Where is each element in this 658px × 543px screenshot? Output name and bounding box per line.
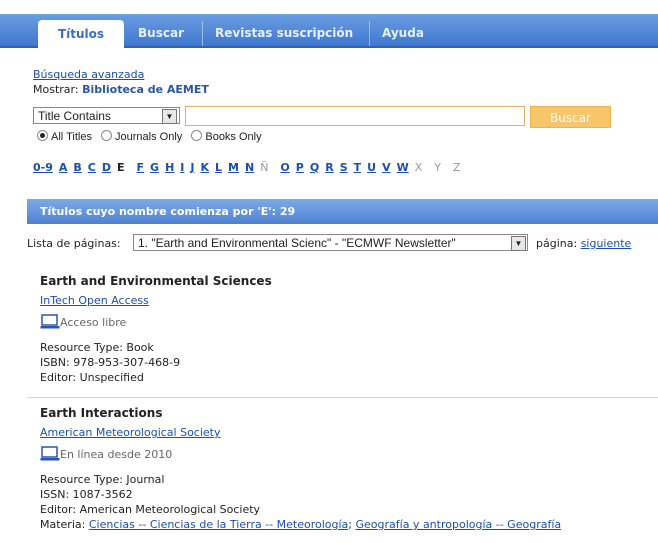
- pages-select[interactable]: 1. "Earth and Environmental Scienc" - "E…: [133, 234, 528, 251]
- alphabet-letter[interactable]: G: [150, 161, 159, 174]
- entry-title: Earth Interactions: [40, 406, 163, 420]
- access-text: En línea desde 2010: [60, 447, 173, 461]
- radio-books-only[interactable]: Books Only: [191, 130, 262, 143]
- alphabet-letter[interactable]: B: [73, 161, 81, 174]
- computer-icon: [40, 446, 60, 461]
- provider-link[interactable]: American Meteorological Society: [40, 426, 221, 439]
- tab-buscar[interactable]: Buscar: [138, 21, 184, 46]
- alphabet-nav: 0-9 A B C D E F G H I J K L M N Ñ O P Q R S T U V W X Y Z: [33, 161, 473, 174]
- alphabet-letter[interactable]: N: [245, 161, 254, 174]
- alphabet-letter[interactable]: L: [215, 161, 222, 174]
- entry-meta: Editor: Unspecified: [40, 371, 144, 384]
- alphabet-letter[interactable]: R: [325, 161, 333, 174]
- tab-ayuda[interactable]: Ayuda: [369, 21, 424, 46]
- tab-revistas-suscripcion[interactable]: Revistas suscripción: [202, 21, 353, 46]
- alphabet-letter[interactable]: 0-9: [33, 161, 53, 174]
- radio-dot-icon: [101, 130, 113, 141]
- alphabet-letter: Ñ: [260, 161, 269, 174]
- alphabet-letter[interactable]: U: [367, 161, 376, 174]
- radio-label: Journals Only: [115, 131, 183, 143]
- alphabet-letter: Y: [434, 161, 442, 174]
- entry-meta: ISBN: 978-953-307-468-9: [40, 356, 181, 369]
- field-select[interactable]: Title Contains ▼: [33, 107, 180, 124]
- entry-title: Earth and Environmental Sciences: [40, 274, 272, 288]
- alphabet-letter[interactable]: H: [165, 161, 174, 174]
- divider: [27, 397, 658, 398]
- show-label-text: Mostrar:: [33, 83, 79, 96]
- alphabet-letter[interactable]: C: [88, 161, 96, 174]
- radio-label: Books Only: [205, 131, 262, 143]
- radio-label: All Titles: [51, 131, 92, 143]
- pages-select-value: 1. "Earth and Environmental Scienc" - "E…: [138, 236, 456, 250]
- access-info: En línea desde 2010: [40, 446, 561, 462]
- entry-meta: Resource Type: Book: [40, 341, 154, 354]
- radio-all-titles[interactable]: All Titles: [37, 130, 92, 143]
- alphabet-letter[interactable]: S: [340, 161, 348, 174]
- alphabet-letter: Z: [453, 161, 461, 174]
- top-tab-bar: Títulos Buscar Revistas suscripción Ayud…: [0, 14, 658, 48]
- radio-dot-icon: [191, 130, 203, 141]
- radio-dot-icon: [37, 130, 48, 141]
- entry-subjects: Materia: Ciencias -- Ciencias de la Tier…: [40, 518, 562, 531]
- subject-label: Materia:: [40, 518, 86, 531]
- alphabet-letter[interactable]: W: [397, 161, 409, 174]
- alphabet-letter[interactable]: M: [228, 161, 239, 174]
- pages-label: Lista de páginas:: [27, 237, 121, 250]
- tab-titulos[interactable]: Títulos: [38, 20, 124, 48]
- alphabet-letter[interactable]: I: [180, 161, 184, 174]
- alphabet-letter: E: [117, 161, 125, 174]
- list-item: Earth and Environmental Sciences InTech …: [40, 274, 272, 385]
- access-info: Acceso libre: [40, 314, 272, 330]
- entry-meta: Resource Type: Journal: [40, 473, 165, 486]
- alphabet-letter[interactable]: F: [137, 161, 145, 174]
- alphabet-letter: X: [414, 161, 423, 174]
- alphabet-letter[interactable]: Q: [310, 161, 319, 174]
- alphabet-letter[interactable]: T: [354, 161, 362, 174]
- alphabet-letter[interactable]: O: [280, 161, 289, 174]
- alphabet-letter[interactable]: A: [59, 161, 68, 174]
- next-page-link[interactable]: siguiente: [581, 237, 632, 250]
- radio-journals-only[interactable]: Journals Only: [101, 130, 182, 143]
- entry-meta: Editor: American Meteorological Society: [40, 503, 261, 516]
- subject-link[interactable]: Ciencias -- Ciencias de la Tierra -- Met…: [89, 518, 348, 531]
- show-library: Biblioteca de AEMET: [82, 83, 209, 96]
- entry-meta: ISSN: 1087-3562: [40, 488, 133, 501]
- search-button[interactable]: Buscar: [530, 106, 611, 128]
- chevron-down-icon[interactable]: ▼: [511, 236, 526, 251]
- provider-link[interactable]: InTech Open Access: [40, 294, 149, 307]
- list-item: Earth Interactions American Meteorologic…: [40, 406, 561, 532]
- pagination: página: siguiente: [536, 237, 631, 250]
- alphabet-letter[interactable]: D: [102, 161, 111, 174]
- chevron-down-icon[interactable]: ▼: [162, 109, 177, 124]
- access-text: Acceso libre: [60, 315, 127, 329]
- alphabet-letter[interactable]: K: [200, 161, 209, 174]
- results-header: Títulos cuyo nombre comienza por 'E': 29: [27, 199, 658, 224]
- search-input[interactable]: [185, 106, 525, 126]
- alphabet-letter[interactable]: V: [382, 161, 391, 174]
- advanced-search-link[interactable]: Búsqueda avanzada: [33, 68, 144, 81]
- computer-icon: [40, 314, 60, 329]
- field-select-value: Title Contains: [38, 109, 111, 123]
- show-label: Mostrar: Biblioteca de AEMET: [33, 83, 209, 96]
- page-label: página:: [536, 237, 578, 250]
- subject-link[interactable]: Geografía y antropología -- Geografía: [356, 518, 562, 531]
- alphabet-letter[interactable]: P: [296, 161, 304, 174]
- alphabet-letter[interactable]: J: [190, 161, 194, 174]
- type-filter: All Titles Journals Only Books Only: [37, 130, 268, 143]
